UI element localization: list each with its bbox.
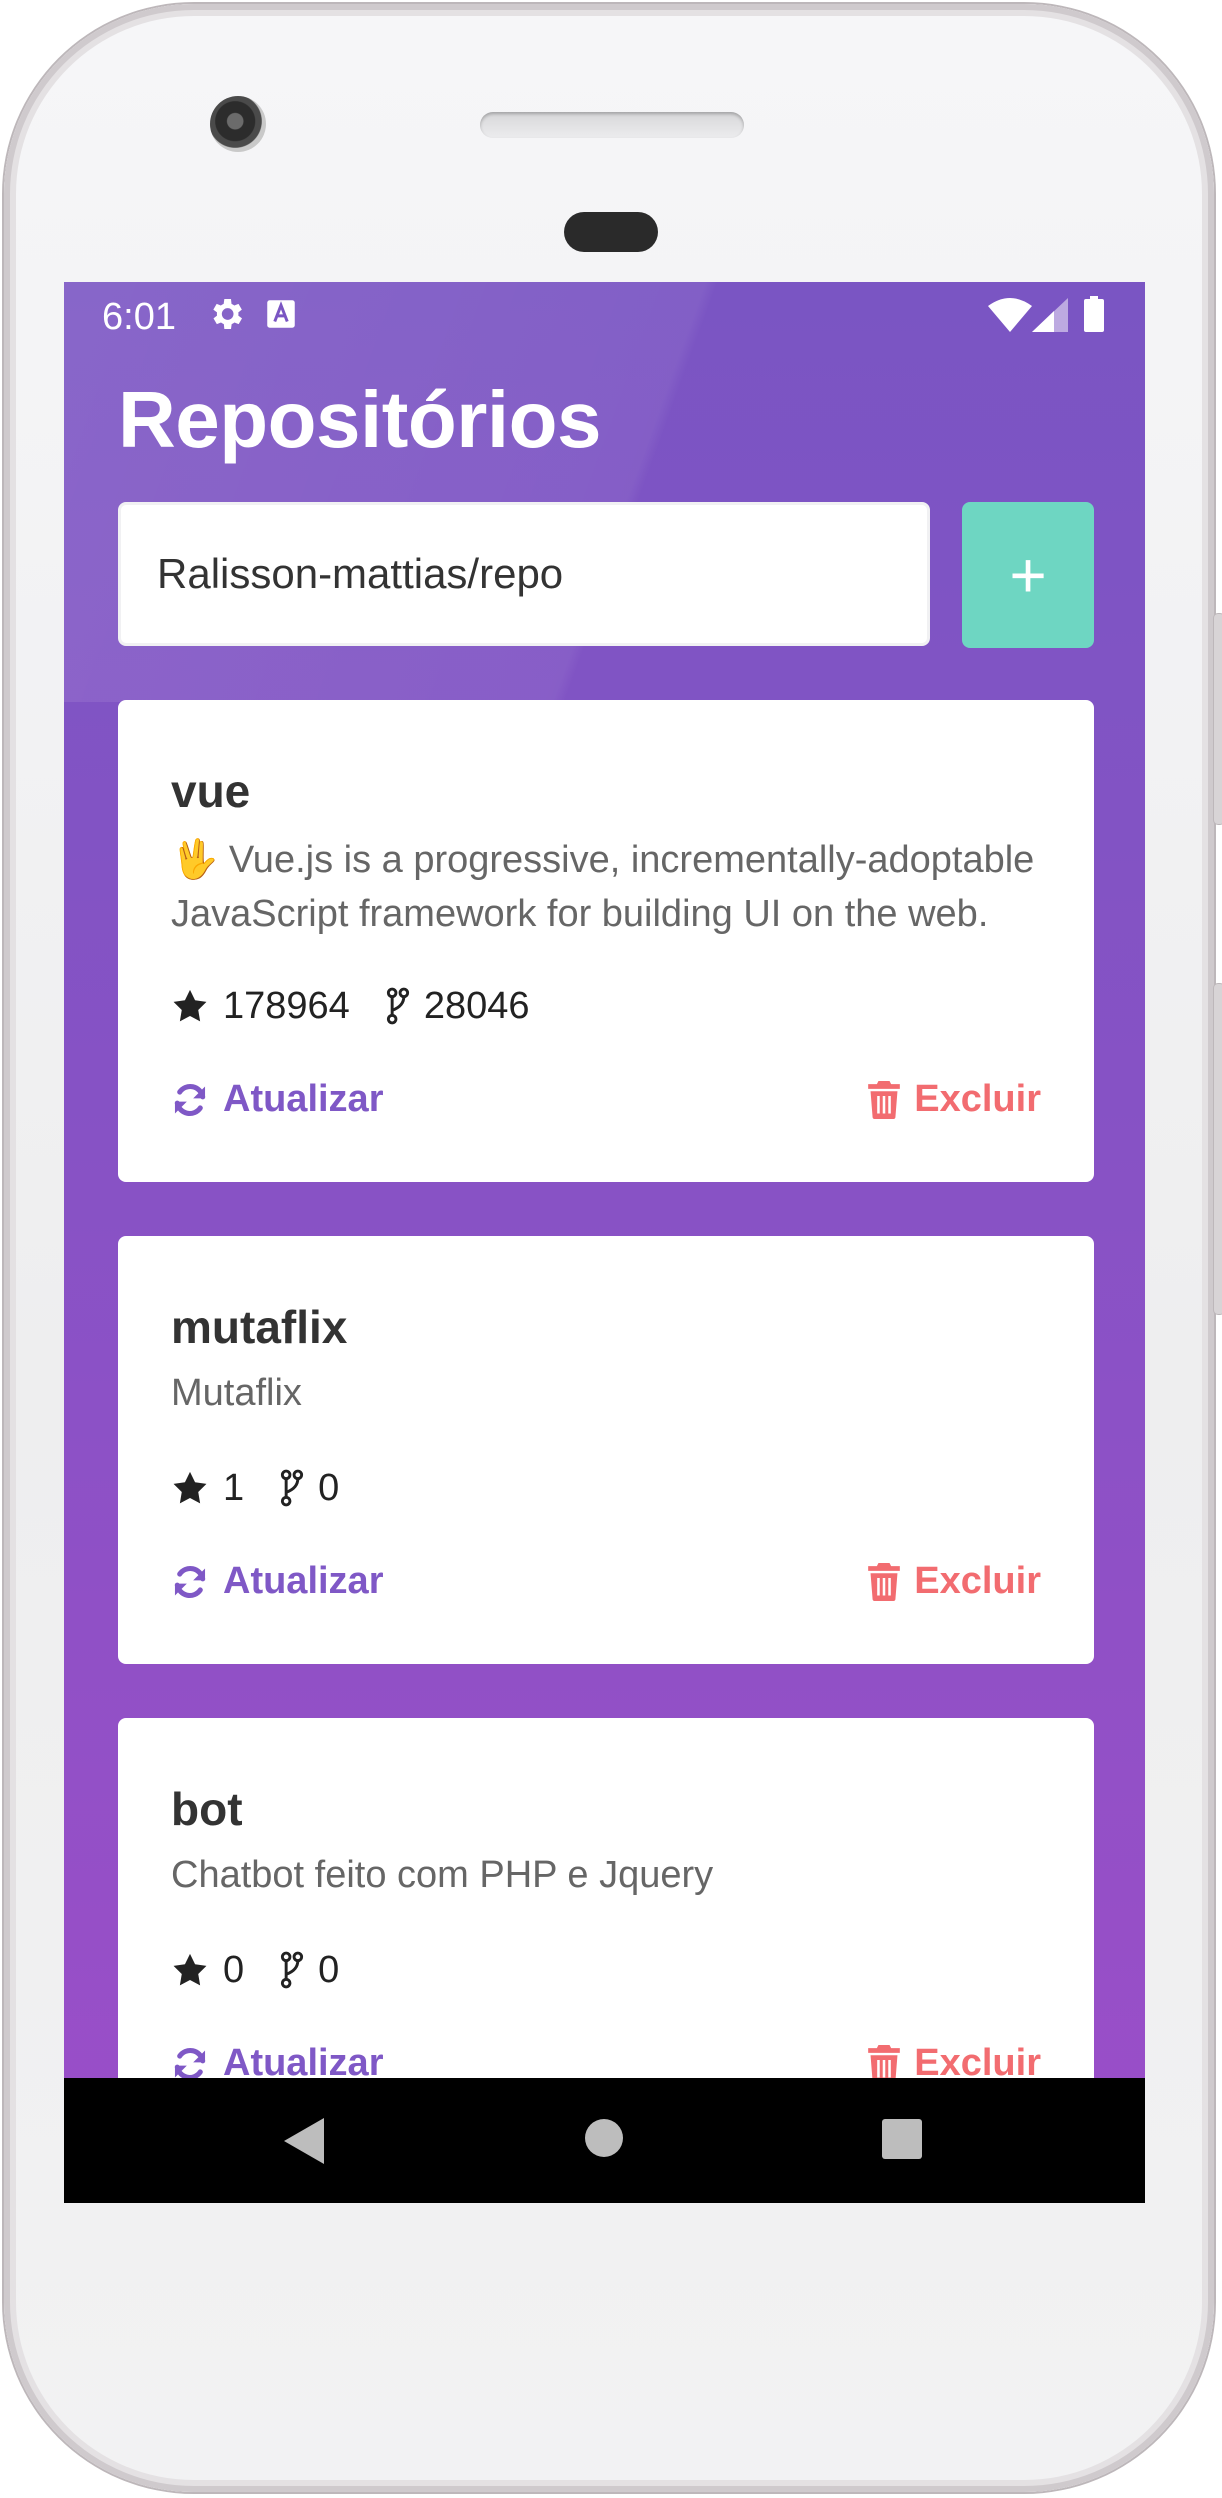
star-icon — [173, 989, 207, 1022]
update-label: Atualizar — [223, 1078, 384, 1120]
trash-icon — [868, 2044, 901, 2083]
front-camera — [210, 96, 266, 152]
repository-title: vue — [171, 765, 251, 817]
wifi-icon — [988, 298, 1032, 332]
fork-icon — [281, 1951, 304, 1989]
trash-icon — [868, 1080, 901, 1119]
battery-icon — [1084, 296, 1104, 332]
repository-title: mutaflix — [171, 1301, 348, 1353]
navigation-bar — [64, 2078, 1145, 2203]
stars-stat: 1 — [171, 1467, 244, 1510]
repository-actions: Atualizar Excluir — [171, 1560, 1041, 1610]
power-button — [1214, 614, 1222, 824]
earpiece-speaker — [480, 112, 744, 138]
fork-icon — [281, 1469, 304, 1507]
stars-count: 1 — [223, 1466, 245, 1509]
delete-label: Excluir — [914, 1078, 1041, 1120]
update-button[interactable]: Atualizar — [171, 1560, 383, 1603]
delete-button[interactable]: Excluir — [868, 1560, 1041, 1603]
forks-stat: 28046 — [386, 984, 530, 1028]
forks-count: 0 — [318, 1948, 340, 1991]
repository-title: bot — [171, 1783, 243, 1835]
repository-actions: Atualizar Excluir — [171, 1078, 1041, 1128]
recents-icon[interactable] — [882, 2119, 922, 2159]
repository-description: 🖖 Vue.js is a progressive, incrementally… — [171, 839, 1035, 935]
delete-label: Excluir — [914, 1560, 1041, 1602]
home-icon[interactable] — [584, 2118, 624, 2158]
forks-stat: 0 — [280, 1467, 339, 1510]
refresh-icon — [174, 1083, 206, 1116]
star-icon — [173, 1953, 207, 1986]
repository-stats: 0 0 — [171, 1946, 375, 1994]
back-icon[interactable] — [284, 2118, 328, 2164]
volume-button — [1214, 984, 1222, 1314]
repository-stats: 1 0 — [171, 1464, 375, 1512]
trash-icon — [868, 1562, 901, 1601]
stars-stat: 178964 — [171, 985, 350, 1028]
refresh-icon — [174, 2047, 206, 2080]
repository-stats: 178964 28046 — [171, 982, 565, 1030]
delete-button[interactable]: Excluir — [868, 1078, 1041, 1121]
forks-count: 0 — [318, 1466, 340, 1509]
add-repository-button[interactable]: + — [962, 502, 1094, 648]
repository-card: vue 🖖 Vue.js is a progressive, increment… — [118, 700, 1094, 1182]
repository-description: Mutaflix — [171, 1372, 302, 1414]
forks-stat: 0 — [280, 1949, 339, 1992]
gear-icon — [213, 299, 242, 329]
fork-icon — [386, 987, 409, 1025]
stars-stat: 0 — [171, 1949, 244, 1992]
page-title: Repositórios — [118, 375, 601, 464]
text-a-icon — [267, 300, 295, 328]
update-button[interactable]: Atualizar — [171, 1078, 383, 1121]
star-icon — [173, 1471, 207, 1504]
forks-count: 28046 — [423, 984, 530, 1027]
signal-icon — [1032, 298, 1068, 332]
stars-count: 178964 — [223, 984, 350, 1027]
proximity-sensor — [564, 212, 658, 252]
status-bar: 6:01 — [64, 282, 1145, 346]
refresh-icon — [174, 1565, 206, 1598]
repository-card: mutaflix Mutaflix 1 0 Atualizar Excluir — [118, 1236, 1094, 1664]
app-screen: 6:01 Repositórios + vue 🖖 Vue.js is a pr… — [64, 282, 1145, 2203]
status-time: 6:01 — [102, 296, 176, 338]
stars-count: 0 — [223, 1948, 245, 1991]
update-label: Atualizar — [223, 1560, 384, 1602]
repository-input[interactable] — [118, 502, 930, 646]
repository-description: Chatbot feito com PHP e Jquery — [171, 1854, 714, 1896]
